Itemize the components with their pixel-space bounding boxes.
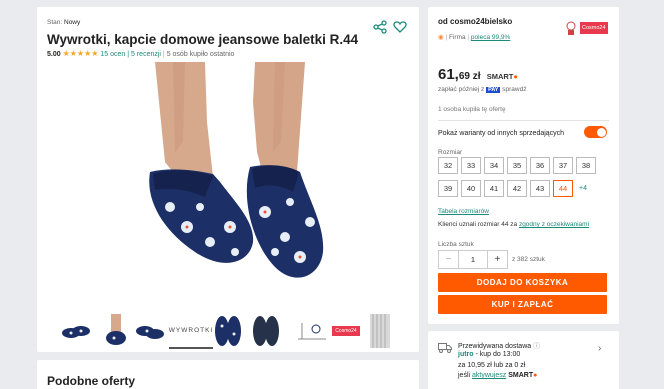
truck-icon: [438, 341, 452, 353]
info-icon[interactable]: ⓘ: [533, 343, 540, 350]
price: 61,69 zł SMART●: [438, 66, 518, 83]
seller-badge-icon: ◉: [438, 34, 444, 41]
quantity-stepper[interactable]: − 1 +: [438, 250, 508, 269]
reviews-link[interactable]: 15 ocen | 5 recenzji: [100, 51, 161, 58]
size-option[interactable]: 34: [484, 157, 504, 174]
size-table-link[interactable]: Tabela rozmiarów: [438, 208, 489, 215]
condition: Stan: Nowy: [47, 19, 81, 26]
delivery-card[interactable]: Przewidywana dostawa ⓘ jutro - kup do 13…: [428, 331, 619, 389]
heart-icon[interactable]: [393, 20, 407, 34]
size-option[interactable]: 41: [484, 180, 504, 197]
rating-stars: ★★★★★: [62, 49, 99, 58]
thumbnail-8[interactable]: [369, 313, 391, 349]
purchase-card: od cosmo24bielsko ◉ | Firma | poleca 99,…: [428, 7, 619, 324]
rating-value: 5.00: [47, 51, 61, 58]
more-sizes-link[interactable]: +4: [579, 185, 587, 192]
thumbnail-3[interactable]: [133, 313, 167, 349]
size-option-selected[interactable]: 44: [553, 180, 573, 197]
size-fit-note: Klienci uznali rozmiar 44 za zgodny z oc…: [438, 221, 590, 228]
thumbnail-1[interactable]: [59, 313, 93, 349]
size-option[interactable]: 36: [530, 157, 550, 174]
quantity-input[interactable]: 1: [459, 251, 487, 268]
sold-count: 5 osób kupiło ostatnio: [166, 51, 235, 58]
activate-smart-link[interactable]: aktywujesz: [472, 372, 506, 379]
rating-row[interactable]: 5.00 ★★★★★ 15 ocen | 5 recenzji | 5 osób…: [47, 49, 234, 58]
pay-later-link[interactable]: sprawdź: [502, 86, 526, 93]
thumbnail-4[interactable]: WYWROTKI: [169, 313, 213, 349]
size-label: Rozmiar: [438, 149, 463, 156]
thumbnail-5[interactable]: [211, 313, 245, 349]
buy-now-button[interactable]: KUP I ZAPŁAĆ: [438, 295, 607, 314]
variants-toggle-label: Pokaż warianty od innych sprzedających: [438, 130, 565, 137]
size-option[interactable]: 35: [507, 157, 527, 174]
seller-info: ◉ | Firma | poleca 99,9%: [438, 34, 511, 41]
size-fit-link[interactable]: zgodny z oczekiwaniami: [519, 221, 589, 228]
size-option[interactable]: 38: [576, 157, 596, 174]
size-option[interactable]: 42: [507, 180, 527, 197]
quantity-plus-button[interactable]: +: [487, 251, 507, 268]
divider: [438, 120, 609, 121]
seller-logo[interactable]: Cosmo24: [564, 17, 608, 39]
add-to-cart-button[interactable]: DODAJ DO KOSZYKA: [438, 273, 607, 292]
pay-badge: PAY: [486, 87, 501, 93]
delivery-smart-note: jeśli aktywujesz SMART●: [458, 372, 538, 379]
similar-offers-card: Podobne oferty: [37, 360, 419, 389]
size-option[interactable]: 37: [553, 157, 573, 174]
similar-offers-title: Podobne oferty: [47, 374, 136, 388]
delivery-price: za 10,95 zł lub za 0 zł: [458, 362, 526, 369]
thumbnail-7[interactable]: Cosmo24: [289, 313, 365, 349]
product-main-image[interactable]: [125, 62, 327, 297]
share-icon[interactable]: [373, 20, 387, 34]
size-option[interactable]: 39: [438, 180, 458, 197]
thumbnail-6[interactable]: [249, 313, 283, 349]
bought-note: 1 osoba kupiła tę ofertę: [438, 106, 506, 113]
product-card: Stan: Nowy Wywrotki, kapcie domowe jeans…: [37, 7, 419, 352]
quantity-minus-button[interactable]: −: [439, 251, 459, 268]
stock-count: z 382 sztuk: [512, 256, 545, 263]
thumbnail-2[interactable]: [99, 313, 133, 349]
delivery-title: Przewidywana dostawa ⓘ: [458, 343, 541, 350]
size-option[interactable]: 40: [461, 180, 481, 197]
size-option[interactable]: 32: [438, 157, 458, 174]
smart-badge: SMART●: [486, 72, 518, 81]
size-option[interactable]: 43: [530, 180, 550, 197]
chevron-right-icon[interactable]: ›: [598, 343, 601, 354]
thumbnail-logo: Cosmo24: [332, 326, 360, 336]
pay-later: zapłać później z PAY sprawdź: [438, 86, 527, 93]
toggle-knob: [596, 127, 606, 137]
seller-recommend-link[interactable]: poleca 99,9%: [471, 34, 510, 41]
product-title: Wywrotki, kapcie domowe jeansowe baletki…: [47, 32, 359, 47]
variants-toggle[interactable]: [584, 126, 607, 138]
delivery-date: jutro - kup do 13:00: [458, 351, 521, 358]
quantity-label: Liczba sztuk: [438, 241, 474, 248]
size-option[interactable]: 33: [461, 157, 481, 174]
seller-name[interactable]: od cosmo24bielsko: [438, 17, 512, 26]
